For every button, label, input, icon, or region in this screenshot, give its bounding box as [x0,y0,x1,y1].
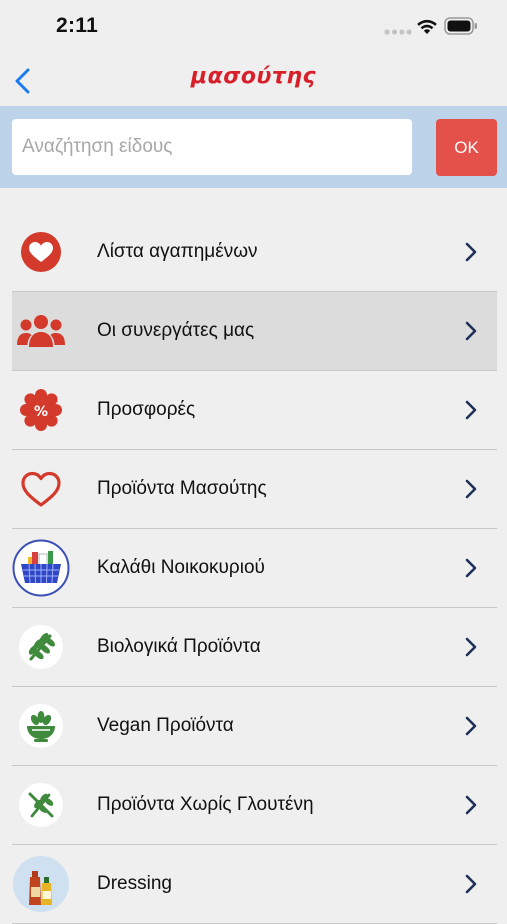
partners-icon [12,299,70,363]
gluten-free-icon [12,773,70,837]
wifi-icon [417,19,437,34]
status-time: 2:11 [56,14,99,37]
search-input[interactable] [12,119,412,175]
shopping-basket-icon [12,536,70,600]
chevron-right-icon [465,558,477,578]
menu-item-label: Βιολογικά Προϊόντα [97,636,261,657]
category-list: Λίστα αγαπημένων Οι συνεργάτες μας % Προ… [12,213,497,924]
chevron-right-icon [465,795,477,815]
heart-circle-icon [12,220,70,284]
menu-item-label: Dressing [97,873,172,894]
chevron-right-icon [465,242,477,262]
menu-item-organic-products[interactable]: Βιολογικά Προϊόντα [12,608,497,687]
battery-icon [444,17,477,35]
search-bar: OK [0,106,507,188]
chevron-right-icon [465,716,477,736]
menu-item-favorites[interactable]: Λίστα αγαπημένων [12,213,497,292]
menu-item-label: Λίστα αγαπημένων [97,241,258,262]
masoutis-logo: μασούτης [190,64,317,89]
menu-item-masoutis-products[interactable]: Προϊόντα Μασούτης [12,450,497,529]
chevron-right-icon [465,400,477,420]
menu-item-offers[interactable]: % Προσφορές [12,371,497,450]
organic-leaf-icon [12,615,70,679]
discount-badge-icon: % [12,378,70,442]
menu-item-partners[interactable]: Οι συνεργάτες μας [12,292,497,371]
heart-outline-icon [12,457,70,521]
dressing-bottles-icon [12,852,70,916]
chevron-right-icon [465,321,477,341]
menu-item-label: Vegan Προϊόντα [97,715,234,736]
menu-item-household-basket[interactable]: Καλάθι Νοικοκυριού [12,529,497,608]
cellular-signal-icon [384,29,412,35]
menu-item-label: Προϊόντα Μασούτης [97,478,267,499]
menu-item-label: Προϊόντα Χωρίς Γλουτένη [97,794,314,815]
menu-item-label: Προσφορές [97,399,196,420]
vegan-bowl-icon [12,694,70,758]
menu-item-label: Καλάθι Νοικοκυριού [97,557,265,578]
menu-item-gluten-free-products[interactable]: Προϊόντα Χωρίς Γλουτένη [12,766,497,845]
chevron-right-icon [465,479,477,499]
ok-button[interactable]: OK [436,119,497,176]
menu-item-label: Οι συνεργάτες μας [97,320,255,341]
chevron-right-icon [465,637,477,657]
menu-item-vegan-products[interactable]: Vegan Προϊόντα [12,687,497,766]
navigation-bar: μασούτης [0,54,507,106]
svg-text:%: % [34,404,48,420]
chevron-right-icon [465,874,477,894]
menu-item-dressing[interactable]: Dressing [12,845,497,924]
status-bar: 2:11 [0,0,507,54]
